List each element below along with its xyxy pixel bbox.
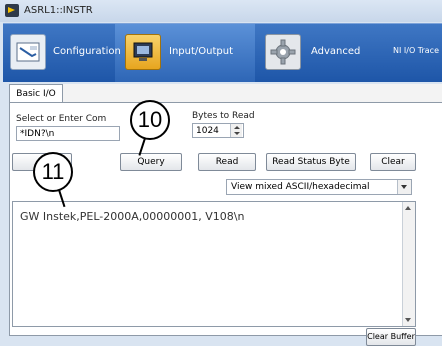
clear-button[interactable]: Clear xyxy=(370,153,416,171)
command-label: Select or Enter Com xyxy=(16,114,107,124)
basic-io-panel: Select or Enter Com *IDN?\n Bytes to Rea… xyxy=(9,102,442,346)
main-toolbar: Configuration Input/Output Advanced NI I… xyxy=(3,23,442,82)
content-area: Basic I/O Select or Enter Com *IDN?\n By… xyxy=(9,84,442,346)
callout-10: 10 xyxy=(130,100,170,140)
toolbar-input-output-label: Input/Output xyxy=(169,46,233,57)
toolbar-configuration-label: Configuration xyxy=(53,46,121,57)
toolbar-ni-io-trace[interactable]: NI I/O Trace xyxy=(393,46,439,55)
response-output[interactable]: GW Instek,PEL-2000A,00000001, V108\n xyxy=(12,201,416,327)
bytes-to-read-input[interactable]: 1024 xyxy=(192,123,244,138)
window-title-bar: ASRL1::INSTR xyxy=(0,0,442,22)
input-output-icon xyxy=(125,34,161,70)
view-mode-select[interactable]: View mixed ASCII/hexadecimal xyxy=(226,179,412,195)
read-button[interactable]: Read xyxy=(198,153,256,171)
toolbar-input-output[interactable]: Input/Output xyxy=(115,24,255,82)
bytes-spinner[interactable] xyxy=(230,124,242,137)
query-button[interactable]: Query xyxy=(120,153,182,171)
toolbar-configuration[interactable]: Configuration xyxy=(3,24,121,82)
clear-buffer-button[interactable]: Clear Buffer xyxy=(366,328,416,346)
scroll-down-icon[interactable] xyxy=(405,318,411,322)
toolbar-advanced-label: Advanced xyxy=(311,46,361,57)
app-icon xyxy=(5,4,19,17)
read-status-byte-button[interactable]: Read Status Byte xyxy=(266,153,356,171)
callout-11: 11 xyxy=(33,152,73,192)
toolbar-advanced[interactable]: Advanced xyxy=(261,24,371,82)
command-value: *IDN?\n xyxy=(20,129,55,139)
window-title: ASRL1::INSTR xyxy=(24,5,93,16)
bytes-to-read-label: Bytes to Read xyxy=(192,111,255,121)
scroll-up-icon[interactable] xyxy=(405,206,411,210)
response-scrollbar[interactable] xyxy=(402,202,415,326)
chevron-down-icon[interactable] xyxy=(397,180,411,194)
tab-basic-io[interactable]: Basic I/O xyxy=(9,84,63,103)
bytes-to-read-value: 1024 xyxy=(196,126,219,136)
gear-icon xyxy=(265,34,301,70)
configuration-icon xyxy=(10,34,46,70)
command-input[interactable]: *IDN?\n xyxy=(16,126,120,141)
view-mode-value: View mixed ASCII/hexadecimal xyxy=(231,182,370,192)
response-text: GW Instek,PEL-2000A,00000001, V108\n xyxy=(20,210,245,223)
